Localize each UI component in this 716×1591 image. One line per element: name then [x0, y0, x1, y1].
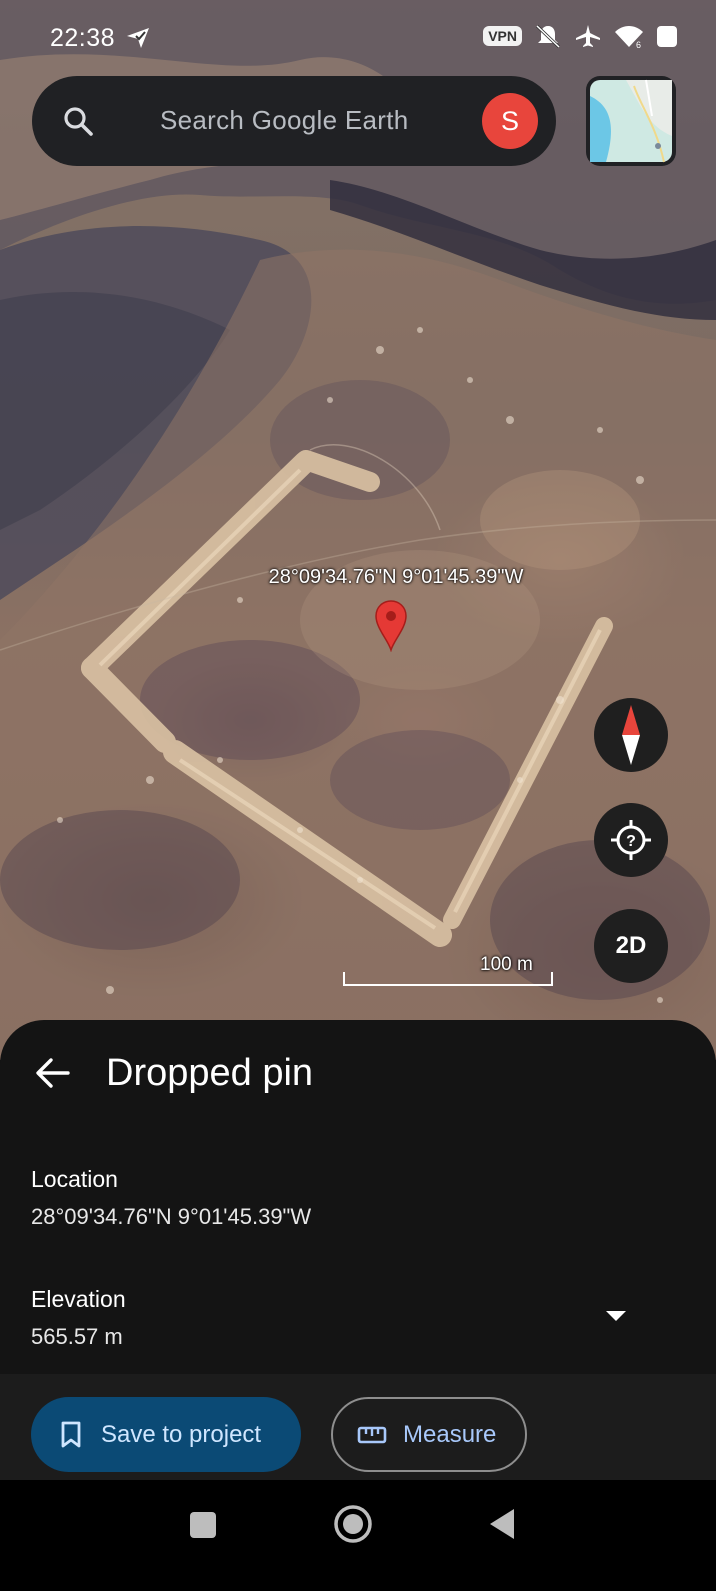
search-icon[interactable]	[62, 105, 96, 139]
sheet-title: Dropped pin	[106, 1052, 314, 1094]
pin-coordinates-label: 28°09'34.76"N 9°01'45.39"W	[268, 566, 524, 588]
svg-text:6: 6	[636, 40, 641, 49]
compass-button[interactable]	[594, 698, 668, 772]
battery-icon	[657, 26, 677, 47]
wifi-icon: 6	[615, 26, 643, 49]
screen: 22:38 VPN 6 Search Google Earth S 28°09'…	[0, 0, 716, 1591]
elevation-value: 565.57 m	[31, 1324, 123, 1349]
account-avatar[interactable]: S	[482, 93, 538, 149]
action-bar: Save to project Measure	[0, 1374, 716, 1480]
save-to-project-button[interactable]: Save to project	[31, 1397, 301, 1472]
map-thumbnail-icon	[590, 79, 672, 163]
measure-button[interactable]: Measure	[331, 1397, 527, 1472]
map-style-button[interactable]	[586, 76, 676, 166]
svg-text:?: ?	[626, 833, 636, 850]
airplane-icon	[576, 25, 600, 47]
vpn-badge: VPN	[483, 26, 522, 46]
view-2d-toggle[interactable]: 2D	[594, 909, 668, 983]
status-time: 22:38	[50, 24, 116, 52]
search-bar[interactable]: Search Google Earth S	[32, 76, 556, 166]
search-input[interactable]: Search Google Earth	[160, 105, 409, 136]
home-button-icon[interactable]	[333, 1504, 373, 1544]
status-bar: 22:38 VPN 6	[0, 16, 716, 56]
my-location-button[interactable]: ?	[594, 803, 668, 877]
location-label: Location	[31, 1166, 118, 1192]
bell-off-icon	[535, 24, 561, 49]
measure-label: Measure	[403, 1420, 497, 1448]
compass-icon	[622, 705, 640, 765]
location-check-icon	[127, 28, 149, 48]
save-to-project-label: Save to project	[101, 1420, 262, 1448]
map-pin-icon[interactable]	[374, 600, 408, 652]
back-button-icon[interactable]	[487, 1507, 517, 1541]
scale-bar	[343, 972, 553, 986]
system-nav-bar	[0, 1480, 716, 1591]
bookmark-icon	[61, 1421, 81, 1447]
elevation-label: Elevation	[31, 1286, 126, 1312]
location-value: 28°09'34.76"N 9°01'45.39"W	[31, 1204, 312, 1229]
chevron-down-icon[interactable]	[604, 1309, 628, 1323]
recents-button-icon[interactable]	[188, 1510, 218, 1540]
ruler-icon	[357, 1426, 387, 1443]
location-target-icon: ?	[611, 820, 651, 860]
status-icons: VPN 6	[483, 22, 678, 50]
back-arrow-icon[interactable]	[34, 1056, 72, 1090]
